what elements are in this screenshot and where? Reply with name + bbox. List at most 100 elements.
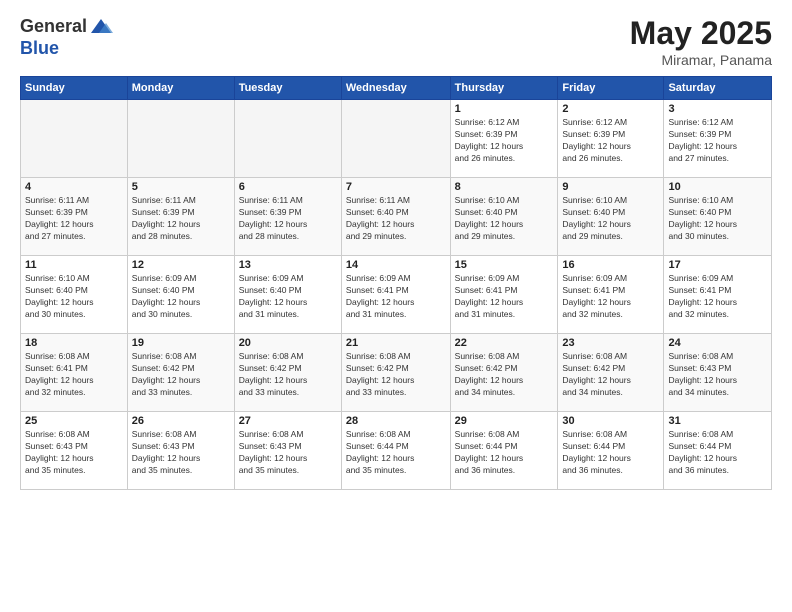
- calendar-week-2: 4 Sunrise: 6:11 AM Sunset: 6:39 PM Daylig…: [21, 178, 772, 256]
- day-number: 12: [132, 259, 230, 271]
- calendar-week-4: 18 Sunrise: 6:08 AM Sunset: 6:41 PM Dayli…: [21, 334, 772, 412]
- calendar-cell: 19 Sunrise: 6:08 AM Sunset: 6:42 PM Dayli…: [127, 334, 234, 412]
- calendar-cell: 29Sunrise: 6:08 AM Sunset: 6:44 PM Dayli…: [450, 412, 558, 490]
- calendar-cell: 2 Sunrise: 6:12 AM Sunset: 6:39 PM Daylig…: [558, 100, 664, 178]
- col-friday: Friday: [558, 77, 664, 100]
- day-number: 8: [455, 181, 554, 193]
- calendar-cell: 25 Sunrise: 6:08 AM Sunset: 6:43 PM Dayli…: [21, 412, 128, 490]
- day-number: 31: [668, 415, 767, 427]
- day-info: Sunrise: 6:11 AM Sunset: 6:39 PM Dayligh…: [132, 195, 230, 243]
- calendar-cell: 12Sunrise: 6:09 AM Sunset: 6:40 PM Dayli…: [127, 256, 234, 334]
- day-info: Sunrise: 6:09 AM Sunset: 6:41 PM Dayligh…: [562, 273, 659, 321]
- title-month: May 2025: [630, 15, 772, 52]
- logo-text: General Blue: [20, 15, 113, 59]
- day-number: 16: [562, 259, 659, 271]
- calendar-table: Sunday Monday Tuesday Wednesday Thursday…: [20, 76, 772, 490]
- day-info: Sunrise: 6:10 AM Sunset: 6:40 PM Dayligh…: [562, 195, 659, 243]
- calendar-cell: 23 Sunrise: 6:08 AM Sunset: 6:42 PM Dayli…: [558, 334, 664, 412]
- day-info: Sunrise: 6:10 AM Sunset: 6:40 PM Dayligh…: [455, 195, 554, 243]
- calendar-cell: 1 Sunrise: 6:12 AM Sunset: 6:39 PM Daylig…: [450, 100, 558, 178]
- calendar-cell: 18 Sunrise: 6:08 AM Sunset: 6:41 PM Dayli…: [21, 334, 128, 412]
- calendar-cell: [341, 100, 450, 178]
- title-block: May 2025 Miramar, Panama: [630, 15, 772, 68]
- day-info: Sunrise: 6:12 AM Sunset: 6:39 PM Dayligh…: [455, 117, 554, 165]
- day-info: Sunrise: 6:08 AM Sunset: 6:42 PM Dayligh…: [455, 351, 554, 399]
- logo: General Blue: [20, 15, 113, 59]
- day-info: Sunrise: 6:12 AM Sunset: 6:39 PM Dayligh…: [668, 117, 767, 165]
- day-number: 26: [132, 415, 230, 427]
- calendar-cell: 17 Sunrise: 6:09 AM Sunset: 6:41 PM Dayli…: [664, 256, 772, 334]
- day-info: Sunrise: 6:08 AM Sunset: 6:42 PM Dayligh…: [239, 351, 337, 399]
- col-saturday: Saturday: [664, 77, 772, 100]
- col-wednesday: Wednesday: [341, 77, 450, 100]
- day-info: Sunrise: 6:08 AM Sunset: 6:44 PM Dayligh…: [562, 429, 659, 477]
- day-number: 15: [455, 259, 554, 271]
- day-info: Sunrise: 6:08 AM Sunset: 6:43 PM Dayligh…: [239, 429, 337, 477]
- day-number: 10: [668, 181, 767, 193]
- calendar-cell: 13 Sunrise: 6:09 AM Sunset: 6:40 PM Dayli…: [234, 256, 341, 334]
- page: General Blue May 2025 Miramar, Panama Su…: [0, 0, 792, 612]
- calendar-cell: 5 Sunrise: 6:11 AM Sunset: 6:39 PM Daylig…: [127, 178, 234, 256]
- day-info: Sunrise: 6:08 AM Sunset: 6:42 PM Dayligh…: [132, 351, 230, 399]
- calendar-cell: [127, 100, 234, 178]
- calendar-cell: 14Sunrise: 6:09 AM Sunset: 6:41 PM Dayli…: [341, 256, 450, 334]
- day-info: Sunrise: 6:08 AM Sunset: 6:41 PM Dayligh…: [25, 351, 123, 399]
- day-number: 20: [239, 337, 337, 349]
- calendar-cell: 28 Sunrise: 6:08 AM Sunset: 6:44 PM Dayli…: [341, 412, 450, 490]
- day-info: Sunrise: 6:10 AM Sunset: 6:40 PM Dayligh…: [668, 195, 767, 243]
- day-number: 17: [668, 259, 767, 271]
- calendar-cell: 3Sunrise: 6:12 AM Sunset: 6:39 PM Daylig…: [664, 100, 772, 178]
- day-number: 1: [455, 103, 554, 115]
- calendar-cell: 16 Sunrise: 6:09 AM Sunset: 6:41 PM Dayli…: [558, 256, 664, 334]
- calendar-week-3: 11Sunrise: 6:10 AM Sunset: 6:40 PM Dayli…: [21, 256, 772, 334]
- day-number: 27: [239, 415, 337, 427]
- day-number: 13: [239, 259, 337, 271]
- day-number: 7: [346, 181, 446, 193]
- day-info: Sunrise: 6:08 AM Sunset: 6:44 PM Dayligh…: [455, 429, 554, 477]
- day-info: Sunrise: 6:09 AM Sunset: 6:40 PM Dayligh…: [239, 273, 337, 321]
- day-number: 23: [562, 337, 659, 349]
- logo-blue: Blue: [20, 39, 113, 59]
- day-number: 28: [346, 415, 446, 427]
- day-info: Sunrise: 6:12 AM Sunset: 6:39 PM Dayligh…: [562, 117, 659, 165]
- calendar-week-5: 25 Sunrise: 6:08 AM Sunset: 6:43 PM Dayli…: [21, 412, 772, 490]
- calendar-cell: 30 Sunrise: 6:08 AM Sunset: 6:44 PM Dayli…: [558, 412, 664, 490]
- day-info: Sunrise: 6:08 AM Sunset: 6:43 PM Dayligh…: [25, 429, 123, 477]
- day-info: Sunrise: 6:10 AM Sunset: 6:40 PM Dayligh…: [25, 273, 123, 321]
- day-info: Sunrise: 6:08 AM Sunset: 6:43 PM Dayligh…: [668, 351, 767, 399]
- calendar-cell: 24Sunrise: 6:08 AM Sunset: 6:43 PM Dayli…: [664, 334, 772, 412]
- day-number: 19: [132, 337, 230, 349]
- calendar-cell: [21, 100, 128, 178]
- day-number: 5: [132, 181, 230, 193]
- calendar-cell: 15 Sunrise: 6:09 AM Sunset: 6:41 PM Dayli…: [450, 256, 558, 334]
- day-number: 2: [562, 103, 659, 115]
- day-number: 22: [455, 337, 554, 349]
- header: General Blue May 2025 Miramar, Panama: [20, 15, 772, 68]
- calendar-cell: 22 Sunrise: 6:08 AM Sunset: 6:42 PM Dayli…: [450, 334, 558, 412]
- logo-general: General: [20, 17, 87, 37]
- day-info: Sunrise: 6:11 AM Sunset: 6:40 PM Dayligh…: [346, 195, 446, 243]
- calendar-cell: 27 Sunrise: 6:08 AM Sunset: 6:43 PM Dayli…: [234, 412, 341, 490]
- day-number: 18: [25, 337, 123, 349]
- calendar-cell: 9 Sunrise: 6:10 AM Sunset: 6:40 PM Daylig…: [558, 178, 664, 256]
- title-location: Miramar, Panama: [630, 52, 772, 68]
- logo-icon: [89, 15, 113, 39]
- col-thursday: Thursday: [450, 77, 558, 100]
- calendar-cell: 6Sunrise: 6:11 AM Sunset: 6:39 PM Daylig…: [234, 178, 341, 256]
- day-number: 30: [562, 415, 659, 427]
- calendar-cell: 7 Sunrise: 6:11 AM Sunset: 6:40 PM Daylig…: [341, 178, 450, 256]
- day-info: Sunrise: 6:09 AM Sunset: 6:41 PM Dayligh…: [668, 273, 767, 321]
- col-tuesday: Tuesday: [234, 77, 341, 100]
- calendar-cell: 10 Sunrise: 6:10 AM Sunset: 6:40 PM Dayli…: [664, 178, 772, 256]
- col-monday: Monday: [127, 77, 234, 100]
- calendar-cell: [234, 100, 341, 178]
- day-number: 4: [25, 181, 123, 193]
- calendar-week-1: 1 Sunrise: 6:12 AM Sunset: 6:39 PM Daylig…: [21, 100, 772, 178]
- day-number: 25: [25, 415, 123, 427]
- day-info: Sunrise: 6:08 AM Sunset: 6:44 PM Dayligh…: [346, 429, 446, 477]
- calendar-cell: 11Sunrise: 6:10 AM Sunset: 6:40 PM Dayli…: [21, 256, 128, 334]
- day-number: 9: [562, 181, 659, 193]
- day-info: Sunrise: 6:08 AM Sunset: 6:42 PM Dayligh…: [562, 351, 659, 399]
- day-number: 14: [346, 259, 446, 271]
- day-info: Sunrise: 6:09 AM Sunset: 6:41 PM Dayligh…: [455, 273, 554, 321]
